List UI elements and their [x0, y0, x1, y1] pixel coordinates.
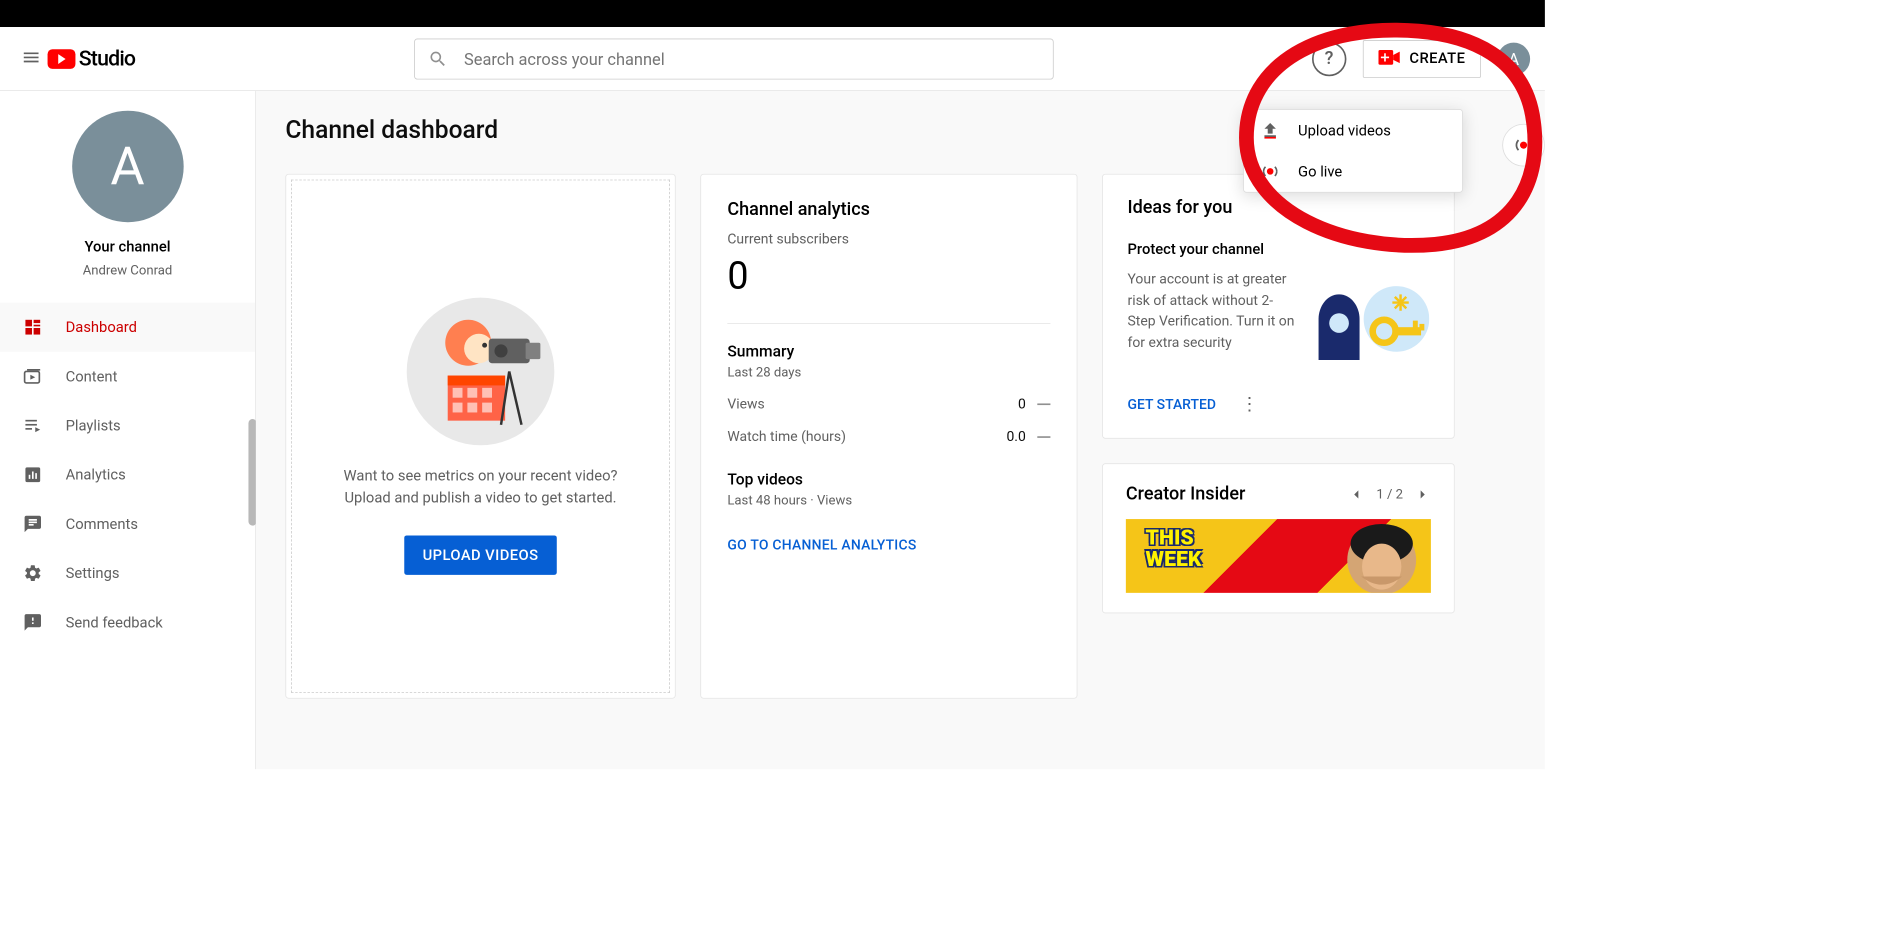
content-icon	[23, 367, 43, 387]
upload-card: Want to see metrics on your recent video…	[285, 174, 675, 699]
upload-illustration	[407, 298, 555, 446]
channel-name: Andrew Conrad	[0, 262, 255, 278]
subscribers-label: Current subscribers	[727, 231, 1050, 247]
go-to-analytics-link[interactable]: GO TO CHANNEL ANALYTICS	[727, 537, 1050, 553]
search-input[interactable]	[464, 49, 1040, 69]
pager-text: 1 / 2	[1376, 486, 1403, 502]
insider-thumbnail[interactable]: THIS WEEK	[1126, 519, 1431, 593]
create-dropdown-menu: Upload videos Go live	[1243, 109, 1463, 193]
sidebar-item-analytics[interactable]: Analytics	[0, 450, 255, 499]
pager-prev-icon[interactable]	[1348, 486, 1364, 502]
summary-period: Last 28 days	[727, 364, 1050, 380]
studio-logo[interactable]: Studio	[48, 46, 136, 71]
live-icon	[1513, 134, 1534, 155]
upload-videos-button[interactable]: UPLOAD VIDEOS	[405, 535, 557, 574]
upload-icon	[1260, 121, 1280, 141]
analytics-card: Channel analytics Current subscribers 0 …	[700, 174, 1077, 699]
live-icon	[1260, 162, 1280, 182]
analytics-row-views: Views 0	[727, 396, 1050, 412]
menu-item-go-live[interactable]: Go live	[1244, 151, 1462, 192]
channel-your-channel-label: Your channel	[0, 239, 255, 256]
sidebar-item-feedback[interactable]: Send feedback	[0, 598, 255, 647]
settings-icon	[23, 563, 43, 583]
protect-illustration	[1306, 270, 1429, 368]
create-button-label: CREATE	[1409, 50, 1465, 67]
ideas-body: Your account is at greater risk of attac…	[1128, 270, 1297, 368]
summary-title: Summary	[727, 342, 1050, 361]
ideas-subtitle: Protect your channel	[1128, 241, 1430, 258]
sidebar-item-dashboard[interactable]: Dashboard	[0, 303, 255, 352]
creator-insider-card: Creator Insider 1 / 2 THIS WEEK	[1102, 463, 1455, 613]
upload-prompt-line2: Upload and publish a video to get starte…	[344, 487, 616, 509]
get-started-link[interactable]: GET STARTED	[1128, 396, 1216, 412]
sidebar: A Your channel Andrew Conrad Dashboard C…	[0, 91, 256, 769]
top-videos-title: Top videos	[727, 470, 1050, 489]
top-videos-sub: Last 48 hours · Views	[727, 492, 1050, 508]
subscribers-value: 0	[727, 254, 1050, 298]
sidebar-item-comments[interactable]: Comments	[0, 499, 255, 548]
create-camera-icon	[1378, 50, 1401, 68]
search-box[interactable]	[414, 38, 1054, 79]
logo-text: Studio	[79, 46, 135, 71]
feedback-icon	[23, 613, 43, 633]
search-icon	[428, 49, 448, 69]
hamburger-menu-icon[interactable]	[15, 41, 35, 77]
analytics-title: Channel analytics	[727, 199, 1050, 220]
ideas-card: Ideas for you Protect your channel Your …	[1102, 174, 1455, 439]
sidebar-item-settings[interactable]: Settings	[0, 549, 255, 598]
menu-item-upload-videos[interactable]: Upload videos	[1244, 110, 1462, 151]
sidebar-item-content[interactable]: Content	[0, 352, 255, 401]
dashboard-icon	[23, 317, 43, 337]
channel-avatar[interactable]: A	[72, 111, 184, 223]
analytics-icon	[23, 465, 43, 485]
comments-icon	[23, 514, 43, 534]
more-options-icon[interactable]: ⋮	[1241, 394, 1259, 415]
sidebar-item-playlists[interactable]: Playlists	[0, 401, 255, 450]
ideas-title: Ideas for you	[1128, 198, 1430, 219]
insider-title: Creator Insider	[1126, 484, 1349, 505]
account-avatar[interactable]: A	[1497, 42, 1530, 75]
upload-prompt-line1: Want to see metrics on your recent video…	[344, 465, 618, 487]
pager-next-icon[interactable]	[1415, 486, 1431, 502]
help-icon[interactable]: ?	[1312, 41, 1346, 75]
go-live-chip[interactable]	[1502, 124, 1545, 167]
create-button[interactable]: CREATE	[1363, 40, 1481, 78]
playlists-icon	[23, 416, 43, 436]
analytics-row-watchtime: Watch time (hours) 0.0	[727, 429, 1050, 445]
youtube-icon	[48, 49, 76, 69]
